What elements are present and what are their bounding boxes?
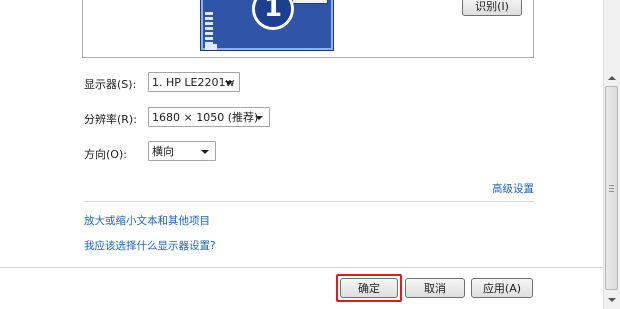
chevron-down-icon (225, 81, 233, 85)
monitor-base-icon (205, 44, 217, 50)
text-size-link[interactable]: 放大或缩小文本和其他项目 (84, 213, 210, 228)
advanced-settings-link[interactable]: 高级设置 (492, 181, 534, 196)
which-settings-link[interactable]: 我应该选择什么显示器设置? (84, 238, 216, 253)
monitor-window-icon (292, 0, 328, 4)
footer-divider (0, 267, 610, 268)
divider (84, 201, 534, 202)
chevron-down-icon (201, 150, 209, 154)
grip-icon (609, 184, 614, 192)
cancel-button[interactable]: 取消 (405, 278, 465, 298)
resolution-label: 分辨率(R): (84, 113, 137, 126)
orientation-label: 方向(O): (84, 148, 127, 161)
resolution-select-value: 1680 × 1050 (推荐) (152, 111, 259, 124)
scroll-up-button[interactable] (604, 70, 620, 86)
monitor-number: 1 (263, 0, 283, 23)
display-select-value: 1. HP LE2201w (152, 75, 235, 89)
ok-button[interactable]: 确定 (340, 278, 398, 298)
display-label: 显示器(S): (84, 78, 137, 91)
scroll-down-button[interactable] (604, 292, 620, 308)
arrow-up-icon (608, 76, 616, 80)
apply-button[interactable]: 应用(A) (471, 278, 533, 298)
arrow-down-icon (608, 298, 616, 302)
resolution-select[interactable]: 1680 × 1050 (推荐) (148, 107, 270, 127)
orientation-select[interactable]: 横向 (148, 141, 216, 161)
monitor-taskbar-icon (205, 12, 213, 46)
display-select[interactable]: 1. HP LE2201w (148, 72, 240, 92)
scrollbar-thumb[interactable] (605, 86, 618, 290)
chevron-down-icon (255, 116, 263, 120)
identify-button[interactable]: 识别(I) (462, 0, 522, 16)
orientation-select-value: 横向 (152, 145, 174, 158)
